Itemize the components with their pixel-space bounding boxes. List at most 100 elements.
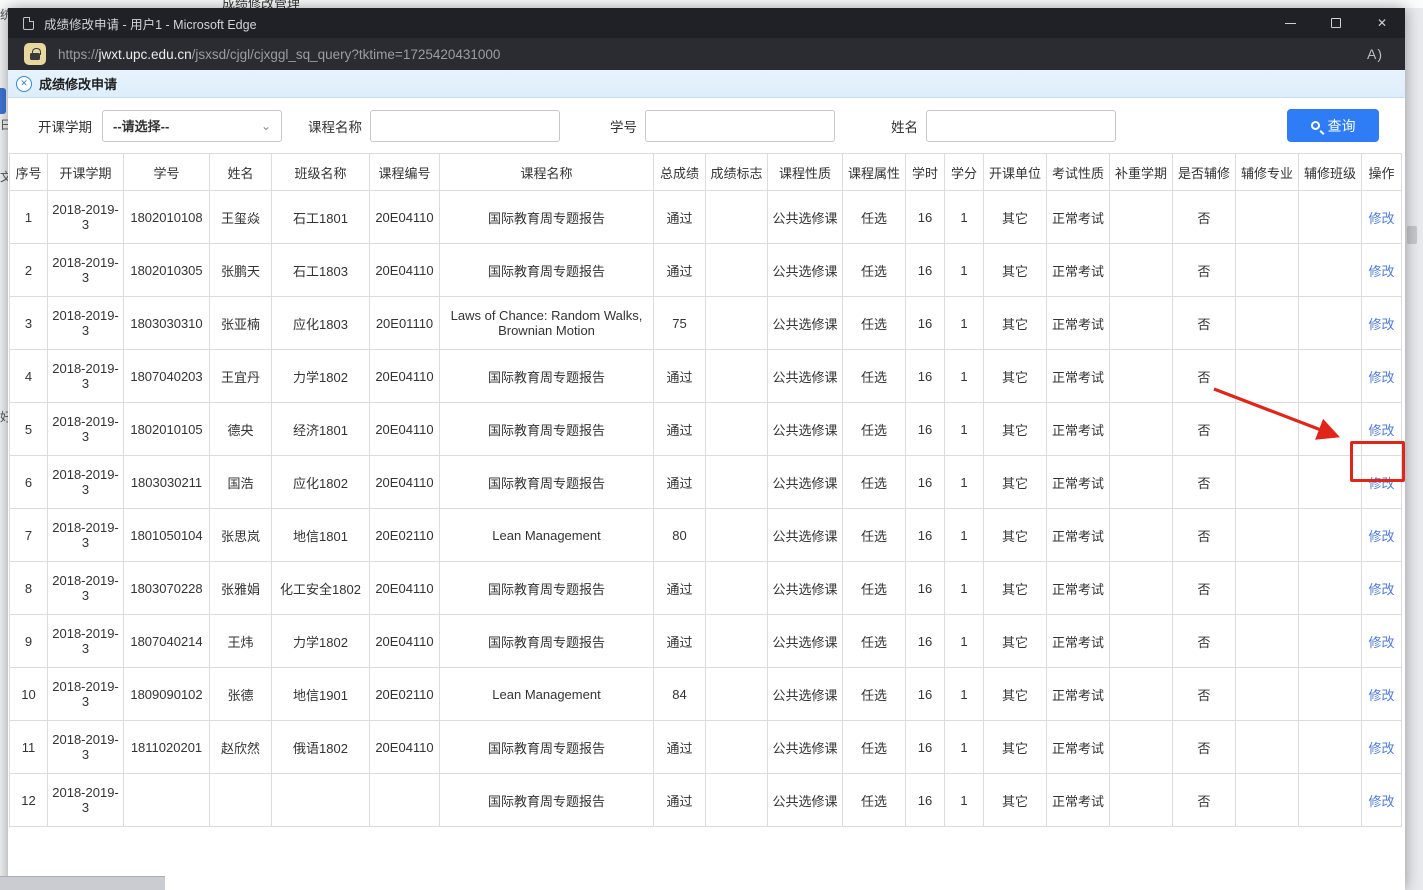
table-cell: 2018-2019-3 [48,668,124,721]
course-name-input[interactable] [370,110,560,142]
table-cell [706,297,768,350]
lock-icon[interactable] [24,43,46,65]
table-cell: 公共选修课 [768,615,843,668]
table-cell: Laws of Chance: Random Walks, Brownian M… [440,297,654,350]
table-cell [1110,721,1173,774]
modify-link[interactable]: 修改 [1368,211,1394,226]
table-cell: 2018-2019-3 [48,615,124,668]
table-cell: 否 [1173,509,1236,562]
page-doc-icon [23,17,34,30]
table-cell [706,350,768,403]
table-cell: 正常考试 [1047,509,1110,562]
table-cell [1236,297,1299,350]
table-cell: 通过 [654,403,706,456]
table-cell: 王宜丹 [210,350,272,403]
table-row: 52018-2019-31802010105德央经济180120E04110国际… [10,403,1402,456]
url-text[interactable]: https://jwxt.upc.edu.cn/jsxsd/cjgl/cjxgg… [58,47,500,62]
table-cell: 1809090102 [124,668,210,721]
modify-link[interactable]: 修改 [1368,317,1394,332]
table-cell: 20E04110 [370,562,440,615]
close-button[interactable]: ✕ [1359,8,1405,38]
url-path: /jsxsd/cjgl/cjxggl_sq_query?tktime=17254… [192,47,501,62]
background-glyph: 日 [0,116,8,133]
column-header: 课程性质 [768,154,843,191]
table-cell: 任选 [843,562,906,615]
close-icon: ✕ [1377,16,1387,30]
maximize-button[interactable] [1313,8,1359,38]
modify-link[interactable]: 修改 [1368,264,1394,279]
table-cell [1110,244,1173,297]
modify-link[interactable]: 修改 [1368,582,1394,597]
action-cell: 修改 [1362,191,1402,244]
modify-link[interactable]: 修改 [1368,794,1394,809]
modify-link[interactable]: 修改 [1368,635,1394,650]
table-cell [1110,774,1173,827]
column-header: 辅修专业 [1236,154,1299,191]
read-aloud-icon[interactable]: A) [1367,46,1383,62]
table-cell: 张鹏天 [210,244,272,297]
table-cell [1299,350,1362,403]
close-page-icon[interactable]: ✕ [16,76,32,92]
column-header: 开课学期 [48,154,124,191]
table-cell: 16 [906,668,945,721]
table-cell [1110,350,1173,403]
table-cell: 任选 [843,721,906,774]
table-cell: 1 [945,456,984,509]
table-row: 102018-2019-31809090102张德地信190120E02110L… [10,668,1402,721]
table-cell: 正常考试 [1047,297,1110,350]
name-input[interactable] [926,110,1116,142]
table-cell: 6 [10,456,48,509]
table-cell: 石工1801 [272,191,370,244]
table-cell: 其它 [984,562,1047,615]
table-cell: 2018-2019-3 [48,244,124,297]
minimize-button[interactable] [1267,8,1313,38]
term-select[interactable]: --请选择-- ⌄ [102,110,282,142]
table-cell: 公共选修课 [768,244,843,297]
table-cell: 正常考试 [1047,244,1110,297]
table-cell: 20E04110 [370,403,440,456]
table-cell: 任选 [843,615,906,668]
column-header: 总成绩 [654,154,706,191]
table-cell: 2018-2019-3 [48,403,124,456]
table-cell: 德央 [210,403,272,456]
modify-link[interactable]: 修改 [1368,370,1394,385]
page-header-bar: ✕ 成绩修改申请 [8,70,1405,98]
table-cell [706,244,768,297]
table-row: 122018-2019-3国际教育周专题报告通过公共选修课任选161其它正常考试… [10,774,1402,827]
modify-link[interactable]: 修改 [1368,423,1394,438]
table-cell: 通过 [654,615,706,668]
table-cell: 任选 [843,456,906,509]
table-cell: 公共选修课 [768,350,843,403]
query-button[interactable]: 查询 [1287,109,1379,142]
table-cell: 公共选修课 [768,721,843,774]
table-cell: 20E01110 [370,297,440,350]
table-cell: 否 [1173,456,1236,509]
table-cell [1299,615,1362,668]
table-cell: 1803070228 [124,562,210,615]
table-cell: 其它 [984,403,1047,456]
table-cell: 力学1802 [272,615,370,668]
student-id-input[interactable] [645,110,835,142]
column-header: 学分 [945,154,984,191]
modify-link[interactable]: 修改 [1368,741,1394,756]
table-row: 112018-2019-31811020201赵欣然俄语180220E04110… [10,721,1402,774]
table-cell: 20E02110 [370,509,440,562]
table-cell [1110,456,1173,509]
table-cell: 1 [945,509,984,562]
table-cell [1236,350,1299,403]
table-cell: 其它 [984,244,1047,297]
table-cell: 否 [1173,403,1236,456]
action-cell: 修改 [1362,615,1402,668]
modify-link[interactable]: 修改 [1368,529,1394,544]
table-cell [1110,668,1173,721]
table-cell: 75 [654,297,706,350]
modify-link[interactable]: 修改 [1368,688,1394,703]
table-body: 12018-2019-31802010108王玺焱石工180120E04110国… [10,191,1402,827]
table-cell: 84 [654,668,706,721]
table-cell: 16 [906,403,945,456]
table-cell [1299,721,1362,774]
browser-window: 成绩修改申请 - 用户1 - Microsoft Edge ✕ https://… [8,8,1405,890]
table-cell: 16 [906,562,945,615]
table-cell [706,668,768,721]
table-cell: 1803030310 [124,297,210,350]
